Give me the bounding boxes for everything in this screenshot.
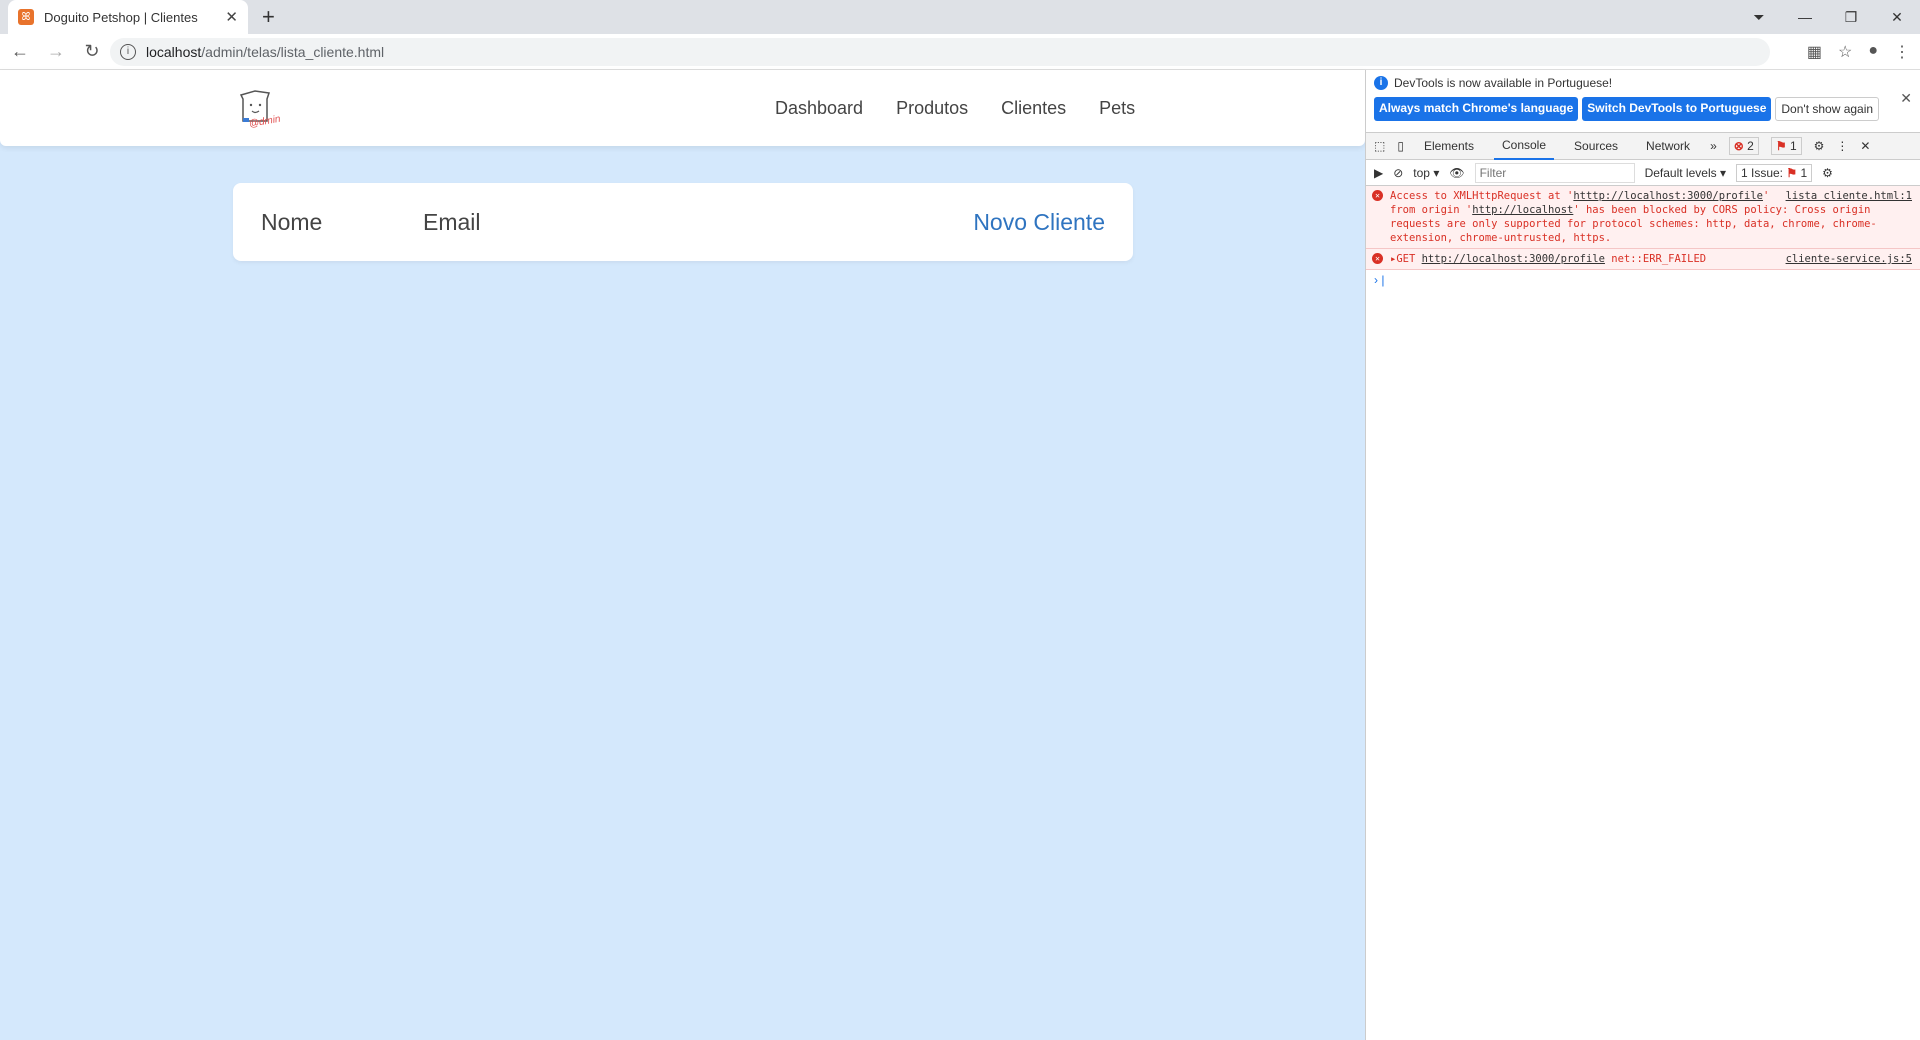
restore-button[interactable]: ❐ <box>1828 9 1874 26</box>
favicon-icon: ꕤ <box>18 9 34 25</box>
live-expression-eye-icon[interactable]: 👁 <box>1449 166 1464 180</box>
console-error-message: ✕ lista cliente.html:1 Access to XMLHttp… <box>1366 186 1920 249</box>
settings-gear-icon[interactable]: ⚙ <box>1814 139 1825 153</box>
nav-dashboard[interactable]: Dashboard <box>775 98 863 119</box>
language-banner: i DevTools is now available in Portuguese… <box>1366 70 1920 132</box>
profile-menu-icon[interactable]: ⏷ <box>1736 9 1782 26</box>
error-icon: ✕ <box>1372 253 1383 264</box>
error-icon: ✕ <box>1372 190 1383 201</box>
console-settings-icon[interactable]: ⚙ <box>1822 166 1833 180</box>
message-source-link[interactable]: lista cliente.html:1 <box>1786 189 1912 203</box>
log-levels-select[interactable]: Default levels ▾ <box>1645 166 1726 180</box>
more-options-icon[interactable]: ⋮ <box>1836 139 1848 153</box>
address-toolbar: ← → ↻ i localhost/admin/telas/lista_clie… <box>0 34 1920 70</box>
reload-button[interactable]: ↻ <box>76 41 108 62</box>
origin-link[interactable]: http://localhost <box>1472 204 1573 216</box>
close-banner-icon[interactable]: ✕ <box>1900 90 1912 107</box>
switch-to-portuguese-button[interactable]: Switch DevTools to Portuguese <box>1582 97 1772 121</box>
banner-message: DevTools is now available in Portuguese! <box>1394 76 1613 90</box>
console-error-message[interactable]: ✕ cliente-service.js:5 ▸GET http://local… <box>1366 249 1920 270</box>
info-icon[interactable]: i <box>120 44 136 60</box>
tab-network[interactable]: Network <box>1638 133 1698 159</box>
main-nav: Dashboard Produtos Clientes Pets <box>775 98 1135 119</box>
error-count-badge[interactable]: ⊗ 2 <box>1728 137 1759 155</box>
devtools-toolbar: ⬚ ▯ Elements Console Sources Network » ⊗… <box>1366 132 1920 160</box>
url-host: localhost <box>146 44 202 60</box>
clear-console-icon[interactable]: ⊘ <box>1393 166 1403 180</box>
page: @dmin Dashboard Produtos Clientes Pets N… <box>0 70 1365 1040</box>
tab-title: Doguito Petshop | Clientes <box>44 9 198 25</box>
close-tab-icon[interactable]: ✕ <box>225 8 238 26</box>
close-devtools-icon[interactable]: ✕ <box>1860 139 1870 153</box>
console-filter-input[interactable] <box>1474 162 1635 183</box>
devtools-panel: i DevTools is now available in Portuguese… <box>1365 70 1920 1040</box>
qr-icon[interactable]: ▦ <box>1807 42 1822 62</box>
client-list-header: Nome Email Novo Cliente <box>233 183 1133 261</box>
address-bar[interactable]: i localhost/admin/telas/lista_cliente.ht… <box>110 38 1770 66</box>
device-toggle-icon[interactable]: ▯ <box>1397 139 1404 153</box>
more-tabs-icon[interactable]: » <box>1710 139 1717 153</box>
error-url-link[interactable]: htttp://localhost:3000/profile <box>1573 190 1763 202</box>
browser-tab[interactable]: ꕤ Doguito Petshop | Clientes ✕ <box>8 0 248 34</box>
new-client-button[interactable]: Novo Cliente <box>973 209 1105 236</box>
forward-button[interactable]: → <box>40 41 72 62</box>
nav-clientes[interactable]: Clientes <box>1001 98 1066 119</box>
doguito-logo[interactable]: @dmin <box>233 87 283 131</box>
menu-icon[interactable]: ⋮ <box>1894 42 1910 62</box>
tab-strip: ꕤ Doguito Petshop | Clientes ✕ + ⏷ — ❐ ✕ <box>0 0 1920 34</box>
info-icon: i <box>1374 76 1388 90</box>
back-button[interactable]: ← <box>4 41 36 62</box>
tab-sources[interactable]: Sources <box>1566 133 1626 159</box>
site-header: @dmin Dashboard Produtos Clientes Pets <box>0 70 1365 146</box>
nav-pets[interactable]: Pets <box>1099 98 1135 119</box>
bookmark-star-icon[interactable]: ☆ <box>1838 42 1852 62</box>
issue-count-badge[interactable]: ⚑ 1 <box>1770 137 1802 155</box>
console-toolbar: ▶ ⊘ top ▾ 👁 Default levels ▾ 1 Issue: ⚑ … <box>1366 160 1920 186</box>
profile-avatar[interactable]: ● <box>1868 42 1878 62</box>
dont-show-again-button[interactable]: Don't show again <box>1775 97 1880 121</box>
nav-produtos[interactable]: Produtos <box>896 98 968 119</box>
minimize-button[interactable]: — <box>1782 9 1828 25</box>
request-url-link[interactable]: http://localhost:3000/profile <box>1422 253 1605 265</box>
close-window-button[interactable]: ✕ <box>1874 9 1920 26</box>
column-nome: Nome <box>261 208 323 235</box>
issues-button[interactable]: 1 Issue: ⚑ 1 <box>1735 163 1813 182</box>
url-path: /admin/telas/lista_cliente.html <box>201 44 385 60</box>
inspect-element-icon[interactable]: ⬚ <box>1374 139 1385 153</box>
new-tab-button[interactable]: + <box>262 4 275 30</box>
console-prompt[interactable]: › | <box>1366 270 1920 290</box>
column-email: Email <box>423 208 481 235</box>
always-match-language-button[interactable]: Always match Chrome's language <box>1374 97 1579 121</box>
tab-elements[interactable]: Elements <box>1416 133 1482 159</box>
tab-console[interactable]: Console <box>1493 132 1555 160</box>
sidebar-toggle-icon[interactable]: ▶ <box>1374 166 1383 180</box>
message-source-link[interactable]: cliente-service.js:5 <box>1786 252 1912 266</box>
context-select[interactable]: top ▾ <box>1413 166 1439 180</box>
